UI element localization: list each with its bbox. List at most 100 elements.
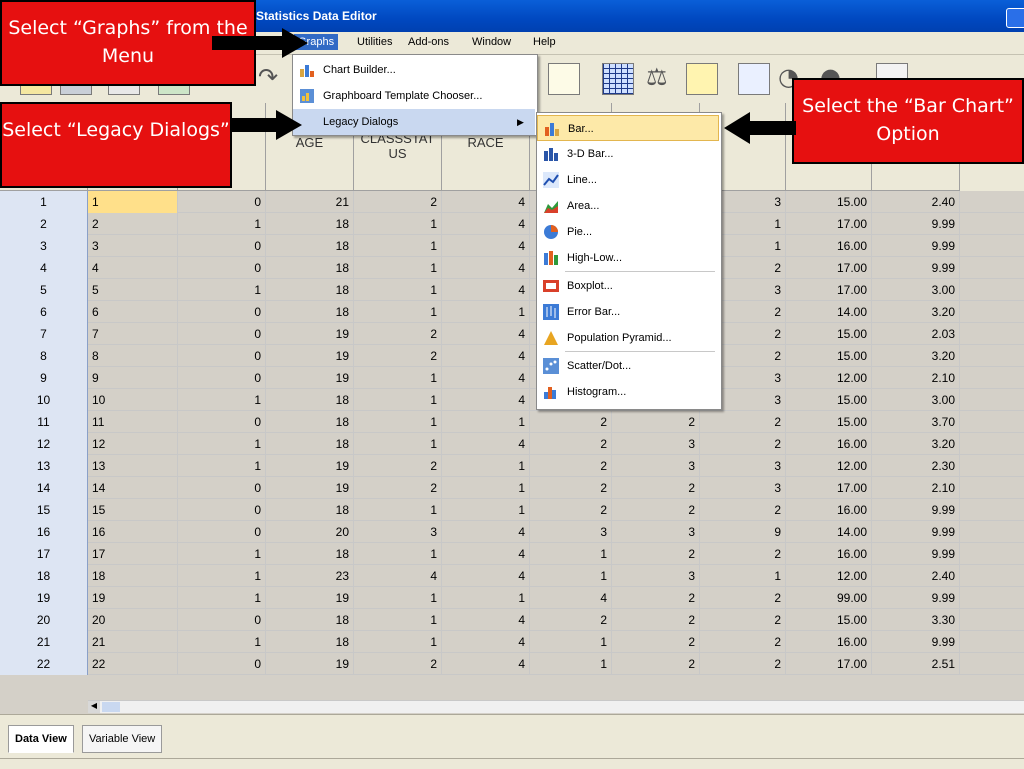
table-cell[interactable]: 1 — [178, 433, 266, 455]
tab-data-view[interactable]: Data View — [8, 725, 74, 753]
menu-item-error-bar[interactable]: Error Bar... — [537, 299, 719, 325]
table-cell[interactable]: 18 — [266, 499, 354, 521]
row-number[interactable]: 16 — [0, 521, 88, 543]
table-cell[interactable]: 9 — [88, 367, 178, 389]
table-cell[interactable]: 2 — [700, 653, 786, 675]
table-cell[interactable]: 17.00 — [786, 653, 872, 675]
table-cell[interactable]: 1 — [178, 455, 266, 477]
table-cell[interactable]: 15.00 — [786, 345, 872, 367]
row-number[interactable]: 21 — [0, 631, 88, 653]
table-cell[interactable]: 19 — [266, 653, 354, 675]
table-cell[interactable]: 18 — [88, 565, 178, 587]
table-cell[interactable]: 1 — [530, 653, 612, 675]
table-cell[interactable]: 0 — [178, 345, 266, 367]
table-cell[interactable]: 3.00 — [872, 279, 960, 301]
table-cell[interactable]: 3.20 — [872, 345, 960, 367]
row-number[interactable]: 5 — [0, 279, 88, 301]
table-cell[interactable]: 2 — [530, 455, 612, 477]
split-file-icon[interactable] — [686, 63, 718, 95]
table-cell[interactable]: 17.00 — [786, 477, 872, 499]
table-cell[interactable]: 4 — [442, 631, 530, 653]
table-cell[interactable]: 2 — [354, 323, 442, 345]
table-cell[interactable]: 0 — [178, 477, 266, 499]
table-cell[interactable]: 4 — [442, 279, 530, 301]
table-cell[interactable]: 4 — [442, 653, 530, 675]
table-cell[interactable]: 3 — [700, 455, 786, 477]
menu-item-legacy-dialogs[interactable]: Legacy Dialogs ▶ — [293, 109, 535, 135]
undo-icon[interactable]: ↷ — [258, 63, 278, 91]
table-cell[interactable]: 2 — [530, 433, 612, 455]
table-cell[interactable]: 2.03 — [872, 323, 960, 345]
table-cell[interactable]: 15.00 — [786, 389, 872, 411]
table-cell[interactable]: 2 — [612, 411, 700, 433]
scroll-left-icon[interactable]: ◀ — [88, 701, 100, 713]
table-cell[interactable]: 2 — [354, 455, 442, 477]
row-number[interactable]: 6 — [0, 301, 88, 323]
table-cell[interactable]: 2 — [354, 477, 442, 499]
tab-variable-view[interactable]: Variable View — [82, 725, 163, 753]
menu-utilities[interactable]: Utilities — [354, 36, 395, 48]
table-cell[interactable]: 1 — [178, 543, 266, 565]
table-cell[interactable]: 19 — [266, 477, 354, 499]
table-cell[interactable]: 22 — [88, 653, 178, 675]
table-cell[interactable]: 2 — [700, 631, 786, 653]
table-cell[interactable]: 4 — [442, 191, 530, 213]
table-cell[interactable]: 2.10 — [872, 477, 960, 499]
row-number[interactable]: 15 — [0, 499, 88, 521]
table-cell[interactable]: 16 — [88, 521, 178, 543]
menu-help[interactable]: Help — [530, 36, 559, 48]
table-cell[interactable]: 1 — [354, 587, 442, 609]
menu-item-boxplot[interactable]: Boxplot... — [537, 273, 719, 299]
table-cell[interactable]: 17.00 — [786, 257, 872, 279]
table-cell[interactable]: 1 — [178, 631, 266, 653]
table-cell[interactable]: 15.00 — [786, 323, 872, 345]
table-cell[interactable]: 23 — [266, 565, 354, 587]
table-cell[interactable]: 12.00 — [786, 455, 872, 477]
table-cell[interactable]: 18 — [266, 389, 354, 411]
table-cell[interactable]: 4 — [442, 367, 530, 389]
row-number[interactable]: 9 — [0, 367, 88, 389]
table-cell[interactable]: 2 — [612, 653, 700, 675]
table-cell[interactable]: 2.51 — [872, 653, 960, 675]
table-cell[interactable]: 1 — [700, 565, 786, 587]
row-number[interactable]: 12 — [0, 433, 88, 455]
table-cell[interactable]: 1 — [354, 411, 442, 433]
row-number[interactable]: 3 — [0, 235, 88, 257]
table-cell[interactable]: 2 — [88, 213, 178, 235]
row-number[interactable]: 20 — [0, 609, 88, 631]
table-cell[interactable]: 1 — [354, 257, 442, 279]
table-cell[interactable]: 15.00 — [786, 191, 872, 213]
table-cell[interactable]: 4 — [88, 257, 178, 279]
table-cell[interactable]: 0 — [178, 323, 266, 345]
table-cell[interactable]: 1 — [442, 301, 530, 323]
table-cell[interactable]: 1 — [354, 279, 442, 301]
table-cell[interactable]: 19 — [266, 455, 354, 477]
table-cell[interactable]: 0 — [178, 301, 266, 323]
table-cell[interactable]: 4 — [442, 433, 530, 455]
table-cell[interactable]: 18 — [266, 543, 354, 565]
table-cell[interactable]: 1 — [178, 389, 266, 411]
table-cell[interactable]: 2 — [530, 411, 612, 433]
row-number[interactable]: 11 — [0, 411, 88, 433]
table-cell[interactable]: 1 — [354, 499, 442, 521]
menu-item-pie-chart[interactable]: Pie... — [537, 219, 719, 245]
table-cell[interactable]: 14.00 — [786, 521, 872, 543]
table-cell[interactable]: 4 — [442, 235, 530, 257]
row-number[interactable]: 4 — [0, 257, 88, 279]
table-cell[interactable]: 1 — [354, 609, 442, 631]
row-number[interactable]: 13 — [0, 455, 88, 477]
table-cell[interactable]: 2 — [612, 477, 700, 499]
horizontal-scrollbar[interactable]: ◀ — [88, 700, 1024, 713]
table-cell[interactable]: 0 — [178, 521, 266, 543]
table-cell[interactable]: 12.00 — [786, 367, 872, 389]
table-cell[interactable]: 9.99 — [872, 213, 960, 235]
table-cell[interactable]: 2 — [530, 477, 612, 499]
row-number[interactable]: 17 — [0, 543, 88, 565]
value-labels-icon[interactable] — [738, 63, 770, 95]
table-cell[interactable]: 18 — [266, 631, 354, 653]
table-cell[interactable]: 0 — [178, 191, 266, 213]
table-cell[interactable]: 1 — [442, 455, 530, 477]
table-cell[interactable]: 11 — [88, 411, 178, 433]
table-cell[interactable]: 4 — [354, 565, 442, 587]
table-cell[interactable]: 2 — [612, 587, 700, 609]
